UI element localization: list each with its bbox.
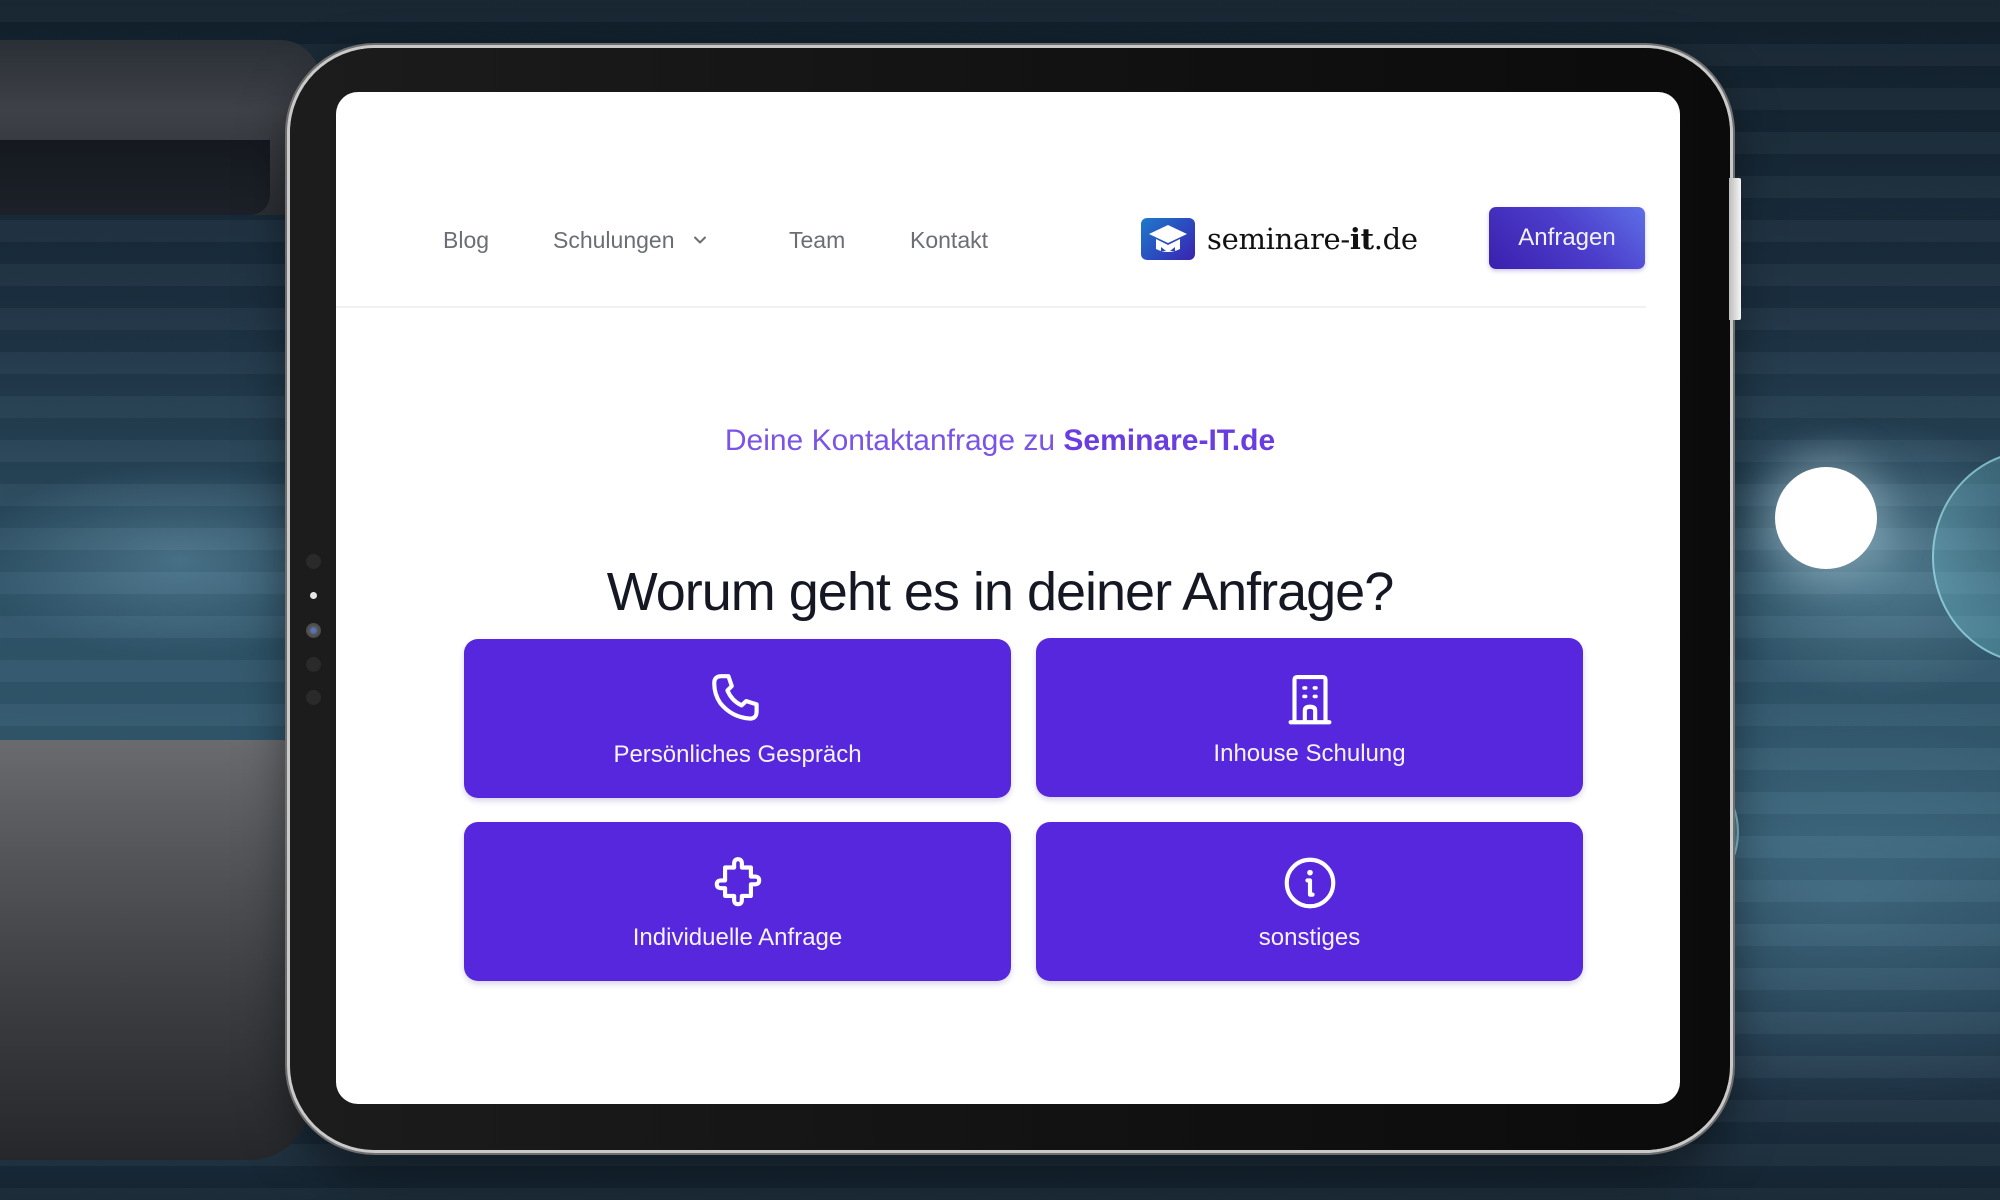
option-label: Individuelle Anfrage — [632, 923, 843, 951]
nav-item-blog[interactable]: Blog — [443, 222, 489, 258]
site-logo[interactable]: seminare-it.de — [1141, 218, 1418, 260]
option-label: Inhouse Schulung — [1213, 739, 1406, 767]
camera-sensor — [306, 657, 321, 672]
graduation-cap-icon — [1141, 218, 1195, 260]
nav-item-schulungen[interactable]: Schulungen — [553, 222, 707, 258]
puzzle-icon — [714, 856, 761, 906]
header-divider — [336, 306, 1646, 308]
tablet-side-button — [1729, 178, 1741, 320]
chevron-down-icon — [693, 236, 706, 244]
option-persoenliches-gespraech[interactable]: Persönliches Gespräch — [464, 639, 1011, 798]
option-label: sonstiges — [1258, 923, 1361, 951]
nav-item-team[interactable]: Team — [789, 222, 845, 258]
anfragen-button[interactable]: Anfragen — [1489, 207, 1645, 269]
option-label: Persönliches Gespräch — [613, 740, 862, 768]
option-inhouse-schulung[interactable]: Inhouse Schulung — [1036, 638, 1583, 797]
camera-sensor — [306, 690, 321, 705]
page-title: Worum geht es in deiner Anfrage? — [606, 562, 1395, 622]
building-icon — [1288, 674, 1331, 724]
nav-item-kontakt[interactable]: Kontakt — [910, 222, 988, 258]
nav-item-label: Team — [789, 227, 846, 253]
info-icon — [1284, 857, 1335, 908]
page-subheading: Deine Kontaktanfrage zu Seminare-IT.de — [724, 424, 1276, 457]
nav-item-label: Blog — [443, 227, 490, 253]
nav-item-label: Kontakt — [910, 227, 988, 253]
option-individuelle-anfrage[interactable]: Individuelle Anfrage — [464, 822, 1011, 981]
nav-item-label: Schulungen — [553, 227, 675, 253]
background-sleeve — [0, 140, 270, 215]
background-bubble — [1775, 467, 1877, 569]
logo-text: seminare-it.de — [1207, 222, 1418, 256]
camera-lens — [306, 623, 321, 638]
phone-icon — [711, 673, 759, 721]
background-hand-bottom — [0, 740, 310, 1160]
option-sonstiges[interactable]: sonstiges — [1036, 822, 1583, 981]
